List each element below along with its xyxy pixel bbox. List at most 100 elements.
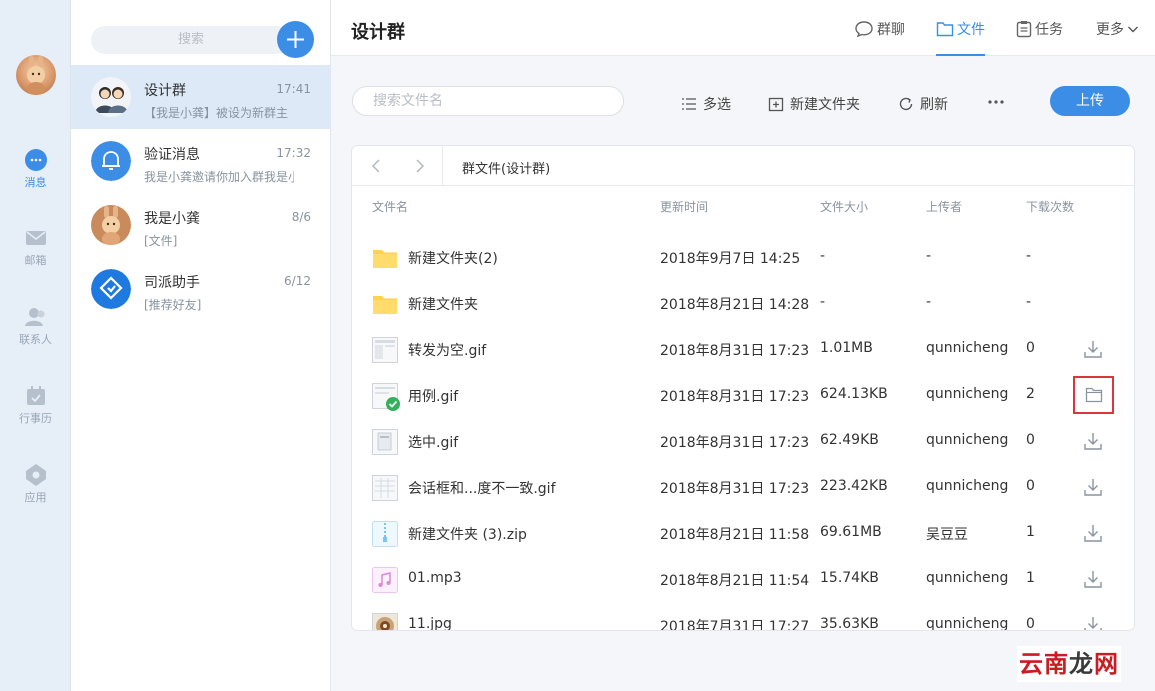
watermark-part: 网 bbox=[1094, 650, 1119, 678]
download-button[interactable] bbox=[1083, 339, 1103, 359]
table-row[interactable]: 新建文件夹 2018年8月21日 14:28 - - - bbox=[352, 281, 1134, 327]
folder-icon bbox=[372, 291, 398, 317]
tab-tasks[interactable]: 任务 bbox=[1016, 18, 1063, 40]
multi-select-button[interactable]: 多选 bbox=[681, 94, 731, 114]
image-thumbnail-icon bbox=[372, 475, 398, 501]
site-watermark: 云南龙网 bbox=[1017, 646, 1121, 682]
download-button[interactable] bbox=[1083, 615, 1103, 630]
conversation-time: 6/12 bbox=[284, 274, 311, 288]
new-folder-label: 新建文件夹 bbox=[790, 97, 860, 113]
file-uploader: qunnicheng bbox=[926, 616, 1009, 631]
download-icon bbox=[1084, 525, 1102, 542]
list-icon bbox=[682, 98, 696, 110]
download-icon bbox=[1084, 479, 1102, 496]
file-downloads: 0 bbox=[1026, 616, 1035, 631]
table-row[interactable]: 用例.gif 2018年8月31日 17:23 624.13KB qunnich… bbox=[352, 373, 1134, 419]
file-name: 11.jpg bbox=[408, 616, 452, 631]
tab-label: 群聊 bbox=[877, 22, 905, 38]
tab-more[interactable]: 更多 bbox=[1096, 18, 1139, 40]
file-time: 2018年9月7日 14:25 bbox=[660, 251, 801, 267]
download-button[interactable] bbox=[1083, 477, 1103, 497]
column-header[interactable]: 上传者 bbox=[926, 198, 962, 215]
clipboard-icon bbox=[1016, 21, 1032, 38]
watermark-part: 龙 bbox=[1069, 650, 1094, 678]
chevron-left-icon bbox=[371, 159, 380, 173]
conversation-search-input[interactable]: 搜索 bbox=[91, 26, 291, 54]
plus-icon bbox=[287, 31, 304, 48]
rail-item-messages[interactable]: 消息 bbox=[0, 148, 71, 190]
column-header[interactable]: 下载次数 bbox=[1026, 198, 1074, 215]
file-search-input[interactable]: 搜索文件名 bbox=[352, 86, 624, 116]
file-toolbar: 搜索文件名 多选 新建文件夹 刷新 上传 bbox=[331, 56, 1155, 146]
file-downloads: 0 bbox=[1026, 432, 1035, 448]
rail-item-mail[interactable]: 邮箱 bbox=[0, 226, 71, 268]
back-button[interactable] bbox=[368, 158, 384, 174]
conversation-item[interactable]: 验证消息 17:32 我是小龚邀请你加入群我是小 bbox=[71, 129, 331, 193]
calendar-icon bbox=[24, 384, 48, 408]
watermark-part: 云南 bbox=[1019, 650, 1069, 678]
file-time: 2018年8月21日 14:28 bbox=[660, 297, 810, 313]
conversation-item[interactable]: 我是小龚 8/6 [文件] bbox=[71, 193, 331, 257]
rail-item-contacts[interactable]: 联系人 bbox=[0, 305, 71, 347]
table-row[interactable]: 01.mp3 2018年8月21日 11:54 15.74KB qunniche… bbox=[352, 557, 1134, 603]
new-folder-button[interactable]: 新建文件夹 bbox=[768, 94, 860, 114]
column-header[interactable]: 更新时间 bbox=[660, 198, 708, 215]
left-rail: 消息 邮箱 联系人 行事历 应用 bbox=[0, 0, 71, 691]
tab-label: 更多 bbox=[1096, 22, 1124, 38]
chevron-right-icon bbox=[416, 159, 425, 173]
image-thumbnail-icon bbox=[372, 337, 398, 363]
rail-label: 消息 bbox=[24, 176, 47, 189]
photo-thumbnail-icon bbox=[372, 613, 398, 630]
table-header: 文件名 更新时间 文件大小 上传者 下载次数 bbox=[352, 198, 1134, 218]
table-row[interactable]: 新建文件夹(2) 2018年9月7日 14:25 - - - bbox=[352, 235, 1134, 281]
breadcrumb-current[interactable]: 群文件(设计群) bbox=[462, 158, 550, 177]
add-button[interactable] bbox=[277, 21, 314, 58]
conversation-preview: 【我是小龚】被设为新群主 bbox=[144, 106, 289, 120]
multi-select-label: 多选 bbox=[703, 97, 731, 113]
apps-icon bbox=[24, 463, 48, 487]
column-header[interactable]: 文件名 bbox=[372, 198, 408, 215]
refresh-button[interactable]: 刷新 bbox=[898, 94, 948, 114]
conversation-time: 17:32 bbox=[276, 146, 311, 160]
table-row[interactable]: 转发为空.gif 2018年8月31日 17:23 1.01MB qunnich… bbox=[352, 327, 1134, 373]
download-icon bbox=[1084, 617, 1102, 630]
tab-chat[interactable]: 群聊 bbox=[854, 18, 905, 40]
file-panel: 群文件(设计群) 文件名 更新时间 文件大小 上传者 下载次数 新建文件夹(2)… bbox=[351, 145, 1135, 631]
open-folder-button[interactable] bbox=[1073, 376, 1114, 414]
file-name: 01.mp3 bbox=[408, 570, 462, 586]
conversation-list: 搜索 设计群 17:41 【我是小龚】被设为新群主 验证消息 17:32 我是小… bbox=[71, 0, 331, 691]
column-header[interactable]: 文件大小 bbox=[820, 198, 868, 215]
table-row[interactable]: 11.jpg 2018年7月31日 17:27 35.63KB qunniche… bbox=[352, 603, 1134, 631]
file-name: 选中.gif bbox=[408, 435, 459, 451]
file-name: 转发为空.gif bbox=[408, 343, 487, 359]
file-uploader: qunnicheng bbox=[926, 340, 1009, 356]
conversation-preview: 我是小龚邀请你加入群我是小 bbox=[144, 170, 294, 184]
mail-icon bbox=[24, 226, 48, 250]
table-row[interactable]: 选中.gif 2018年8月31日 17:23 62.49KB qunniche… bbox=[352, 419, 1134, 465]
download-button[interactable] bbox=[1083, 569, 1103, 589]
tab-files[interactable]: 文件 bbox=[936, 18, 985, 56]
conversation-item[interactable]: 设计群 17:41 【我是小龚】被设为新群主 bbox=[71, 65, 331, 129]
conversation-name: 验证消息 bbox=[144, 147, 200, 163]
upload-button[interactable]: 上传 bbox=[1050, 86, 1130, 116]
file-size: 1.01MB bbox=[820, 340, 873, 356]
file-downloads: 1 bbox=[1026, 524, 1035, 540]
conversation-item[interactable]: 司派助手 6/12 [推荐好友] bbox=[71, 257, 331, 321]
file-size: 35.63KB bbox=[820, 616, 879, 631]
rail-item-calendar[interactable]: 行事历 bbox=[0, 384, 71, 426]
forward-button[interactable] bbox=[412, 158, 428, 174]
conversation-time: 8/6 bbox=[291, 210, 311, 224]
conversation-preview: [推荐好友] bbox=[144, 298, 202, 312]
more-options-button[interactable] bbox=[986, 92, 1006, 112]
file-name: 会话框和...度不一致.gif bbox=[408, 481, 556, 497]
file-name: 新建文件夹 (3).zip bbox=[408, 527, 527, 543]
download-icon bbox=[1084, 571, 1102, 588]
table-row[interactable]: 会话框和...度不一致.gif 2018年8月31日 17:23 223.42K… bbox=[352, 465, 1134, 511]
user-avatar[interactable] bbox=[16, 55, 56, 95]
file-uploader: qunnicheng bbox=[926, 432, 1009, 448]
table-row[interactable]: 新建文件夹 (3).zip 2018年8月21日 11:58 69.61MB 吴… bbox=[352, 511, 1134, 557]
rail-item-apps[interactable]: 应用 bbox=[0, 463, 71, 505]
file-uploader: qunnicheng bbox=[926, 570, 1009, 586]
download-button[interactable] bbox=[1083, 523, 1103, 543]
download-button[interactable] bbox=[1083, 431, 1103, 451]
